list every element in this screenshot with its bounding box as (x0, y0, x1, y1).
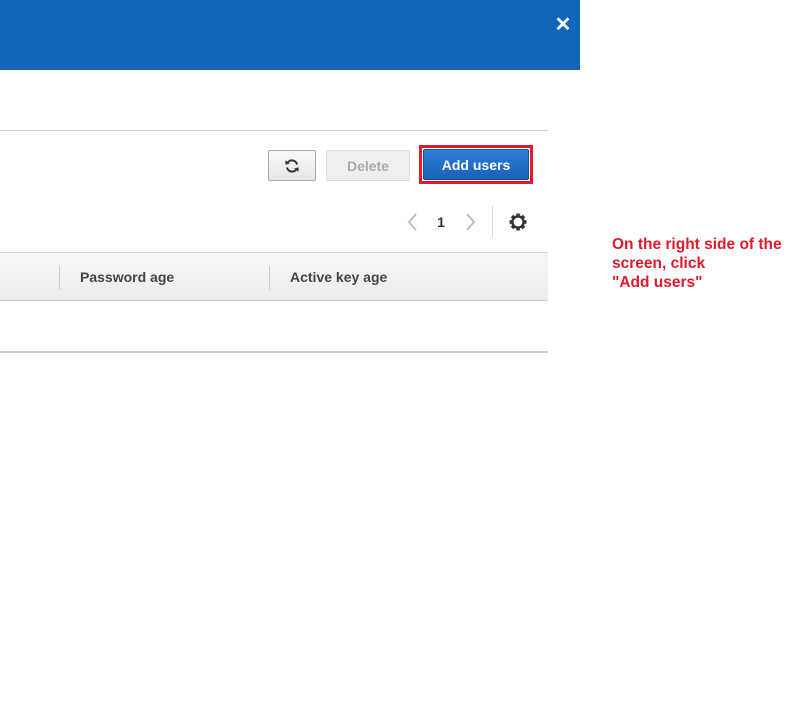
table-bottom-border (0, 351, 548, 353)
page-number: 1 (437, 214, 445, 230)
pager-divider (492, 206, 493, 237)
top-banner (0, 0, 580, 70)
add-users-button[interactable]: Add users (423, 149, 529, 180)
table-header: Password age Active key age (0, 252, 548, 301)
gear-icon[interactable] (507, 211, 529, 233)
delete-button[interactable]: Delete (326, 150, 410, 181)
section-divider (0, 130, 548, 131)
annotation-line: screen, click (612, 255, 706, 272)
column-header-password-age[interactable]: Password age (80, 268, 174, 286)
close-icon[interactable]: ✕ (554, 13, 572, 37)
chevron-left-icon[interactable] (405, 209, 419, 235)
column-header-active-key-age[interactable]: Active key age (290, 268, 387, 286)
instruction-annotation: On the right side of the screen, click "… (612, 235, 798, 292)
chevron-right-icon[interactable] (464, 209, 478, 235)
refresh-icon (285, 158, 299, 173)
annotation-line: On the right side of the (612, 236, 782, 253)
column-separator (59, 266, 60, 290)
annotation-line: "Add users" (612, 274, 703, 291)
refresh-button[interactable] (268, 150, 316, 181)
column-separator (269, 266, 270, 290)
